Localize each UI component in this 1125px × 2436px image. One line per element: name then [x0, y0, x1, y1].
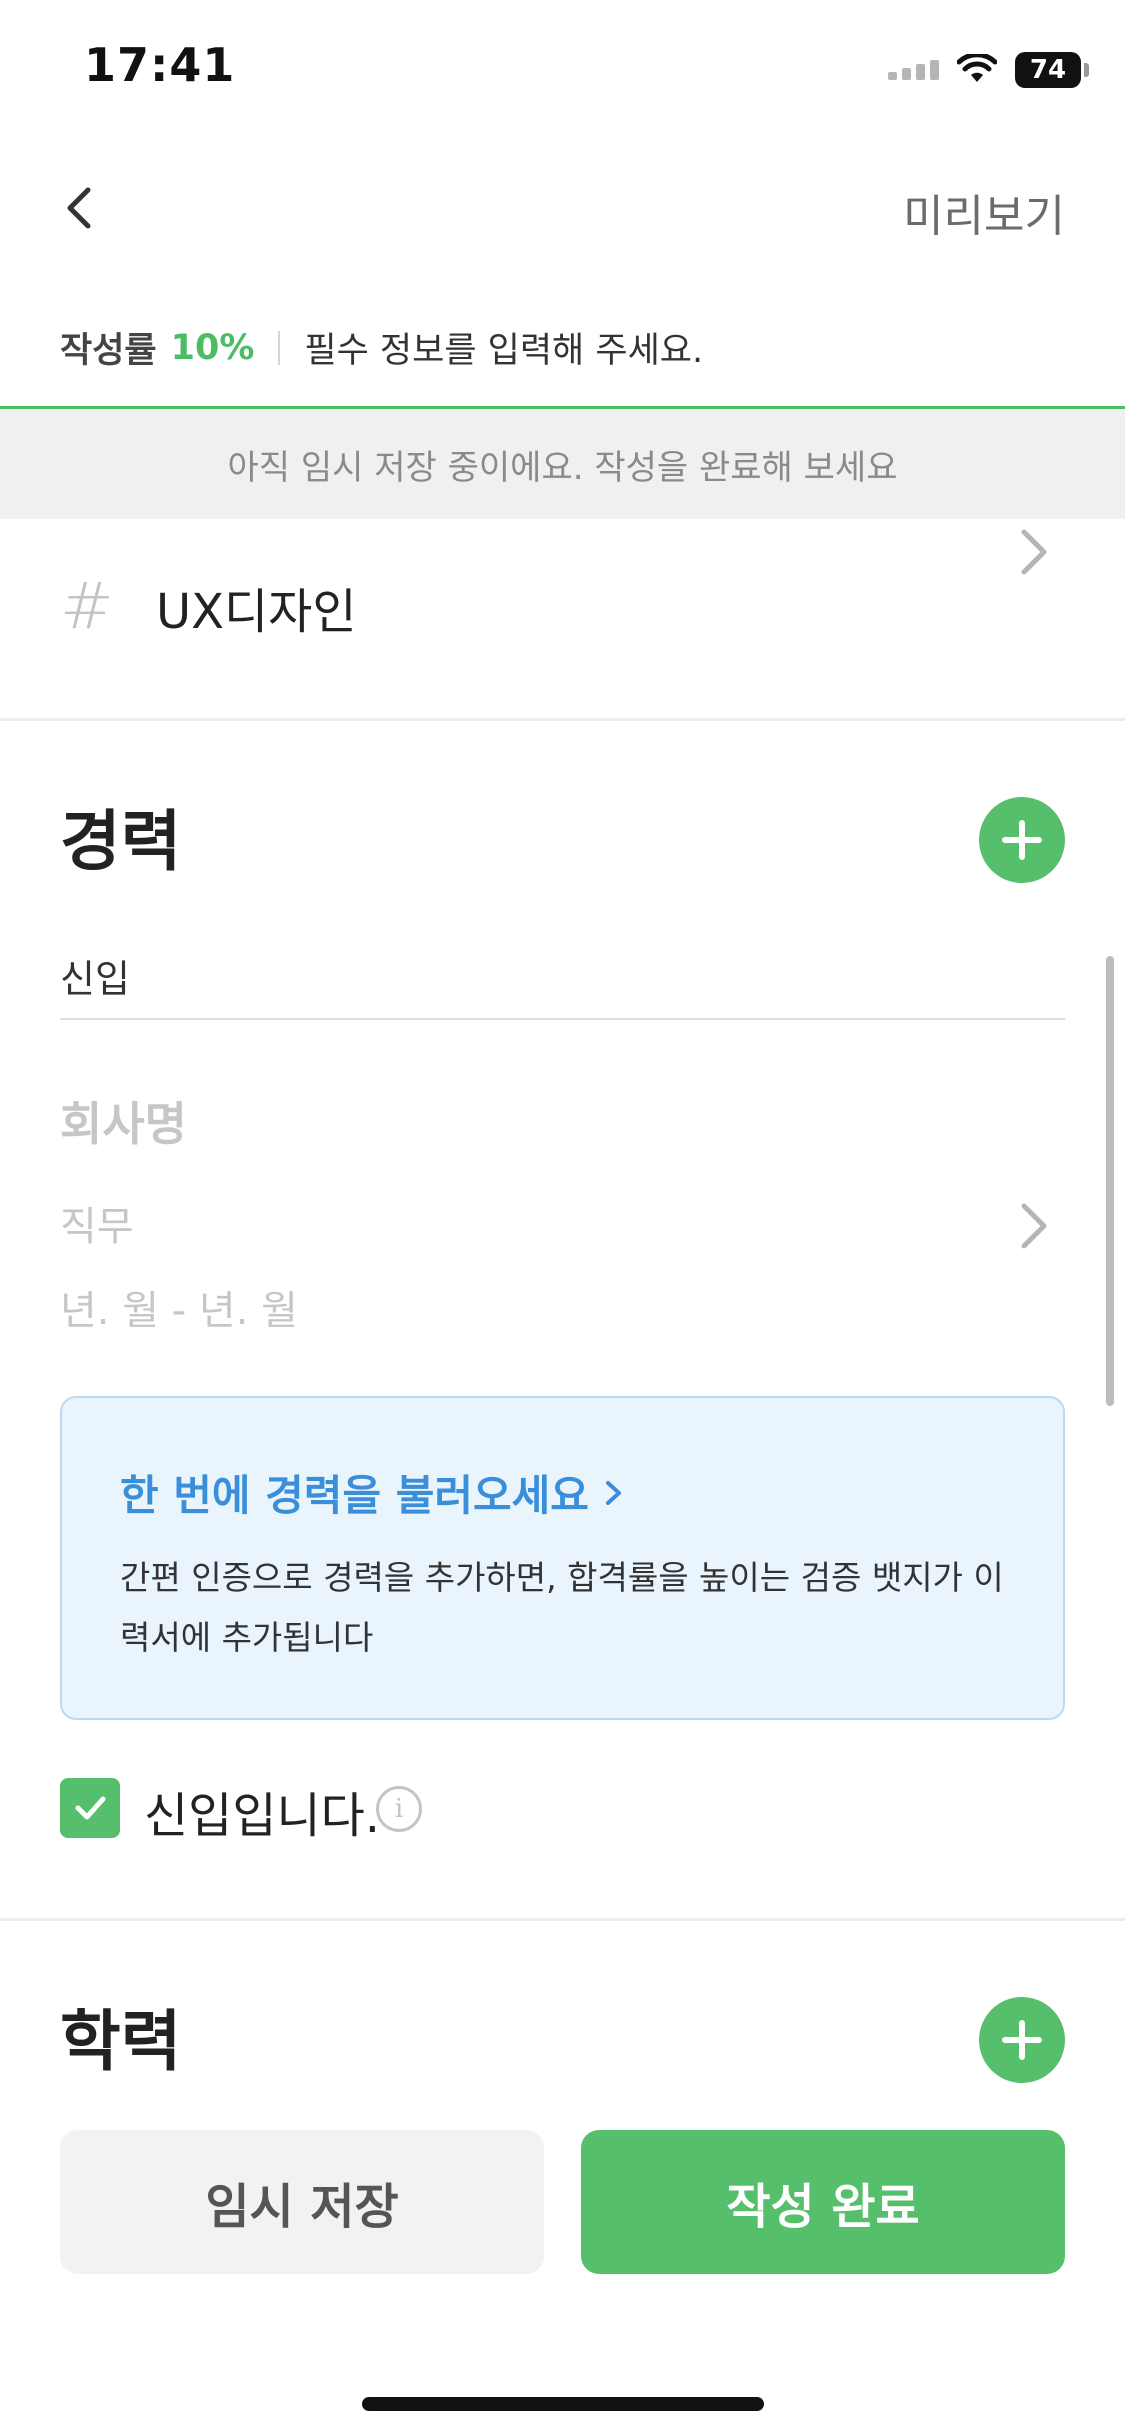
section-divider [0, 718, 1125, 721]
battery-icon: 74 [1015, 52, 1089, 88]
preview-button[interactable]: 미리보기 [903, 180, 1065, 244]
complete-button[interactable]: 작성 완료 [581, 2130, 1065, 2274]
add-education-button[interactable] [979, 1997, 1065, 2083]
newcomer-checkbox-label[interactable]: 신입입니다. [144, 1776, 380, 1846]
progress-label: 작성률 [60, 331, 157, 371]
career-import-title[interactable]: 한 번에 경력을 불러오세요 [120, 1462, 625, 1523]
signal-icon [888, 60, 939, 80]
skill-tag[interactable]: UX디자인 [156, 572, 357, 642]
chevron-right-icon[interactable] [1014, 522, 1054, 582]
period-placeholder[interactable]: 년. 월 - 년. 월 [60, 1278, 298, 1336]
career-import-card[interactable]: 한 번에 경력을 불러오세요 간편 인증으로 경력을 추가하면, 합격률을 높이… [60, 1396, 1065, 1720]
plus-icon [1002, 820, 1042, 860]
home-indicator [362, 2397, 764, 2411]
career-entry-chevron-icon[interactable] [1014, 1196, 1054, 1256]
career-import-title-text: 한 번에 경력을 불러오세요 [120, 1471, 589, 1520]
back-button[interactable] [52, 178, 112, 238]
temp-save-banner-text: 아직 임시 저장 중이에요. 작성을 완료해 보세요 [227, 447, 898, 488]
career-import-body: 간편 인증으로 경력을 추가하면, 합격률을 높이는 검증 뱃지가 이력서에 추… [120, 1558, 1004, 1657]
progress-row: 작성률 10% 필수 정보를 입력해 주세요. [60, 322, 703, 373]
chevron-right-icon [605, 1480, 621, 1505]
newcomer-checkbox[interactable] [60, 1778, 120, 1838]
battery-level: 74 [1029, 55, 1067, 85]
hash-icon: # [60, 570, 114, 644]
info-icon[interactable]: i [376, 1786, 422, 1832]
progress-divider [278, 330, 281, 365]
wifi-icon [957, 54, 997, 82]
add-career-button[interactable] [979, 797, 1065, 883]
career-section-title: 경력 [60, 803, 182, 880]
career-type-underline [60, 1018, 1065, 1020]
check-icon [75, 1796, 106, 1820]
plus-icon [1002, 2020, 1042, 2060]
progress-percent: 10% [170, 327, 255, 368]
temp-save-button[interactable]: 임시 저장 [60, 2130, 544, 2274]
company-name-placeholder[interactable]: 회사명 [60, 1088, 187, 1154]
status-time: 17:41 [84, 38, 236, 92]
career-type-field[interactable]: 신입 [60, 948, 130, 1003]
education-section-title: 학력 [60, 2003, 182, 2080]
temp-save-banner: 아직 임시 저장 중이에요. 작성을 완료해 보세요 [0, 409, 1125, 519]
back-chevron-icon [67, 187, 91, 229]
section-divider [0, 1918, 1125, 1921]
status-icons: 74 [888, 50, 1089, 90]
progress-message: 필수 정보를 입력해 주세요. [304, 331, 704, 371]
scrollbar-thumb[interactable] [1106, 956, 1114, 1406]
job-role-placeholder[interactable]: 직무 [60, 1194, 134, 1252]
